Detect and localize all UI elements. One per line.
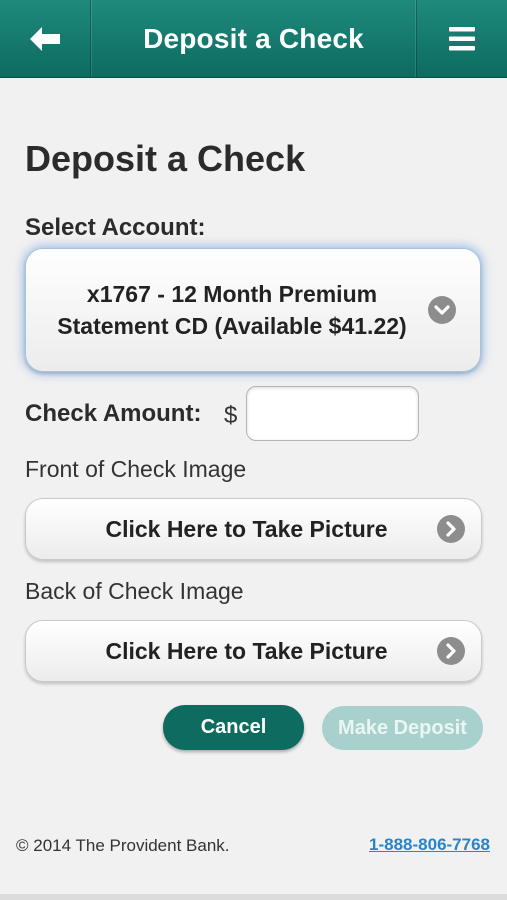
chevron-right-icon <box>437 515 465 543</box>
front-take-picture-button[interactable]: Click Here to Take Picture <box>25 498 482 560</box>
make-deposit-button[interactable]: Make Deposit <box>322 706 483 750</box>
header-title: Deposit a Check <box>143 22 364 54</box>
bottom-divider <box>0 894 507 900</box>
menu-button[interactable] <box>416 0 507 77</box>
front-of-check-label: Front of Check Image <box>25 456 247 482</box>
back-of-check-label: Back of Check Image <box>25 578 244 604</box>
check-amount-label: Check Amount: <box>25 400 202 427</box>
select-account-label: Select Account: <box>25 214 206 241</box>
header-bar: Deposit a Check <box>0 0 507 78</box>
back-take-picture-label: Click Here to Take Picture <box>105 637 388 664</box>
front-take-picture-label: Click Here to Take Picture <box>105 515 388 542</box>
hamburger-menu-icon <box>449 26 475 50</box>
copyright-text: © 2014 The Provident Bank. <box>16 836 230 855</box>
cancel-button[interactable]: Cancel <box>163 705 304 750</box>
arrow-left-icon <box>30 26 60 51</box>
account-select[interactable]: x1767 - 12 Month Premium Statement CD (A… <box>25 248 481 372</box>
back-button[interactable] <box>0 0 91 77</box>
currency-symbol: $ <box>224 402 238 429</box>
back-take-picture-button[interactable]: Click Here to Take Picture <box>25 620 482 682</box>
selected-account-value: x1767 - 12 Month Premium Statement CD (A… <box>57 281 407 339</box>
page: Deposit a Check Deposit a Check Select A… <box>0 0 507 900</box>
page-title: Deposit a Check <box>25 138 306 179</box>
phone-link[interactable]: 1-888-806-7768 <box>369 835 490 855</box>
chevron-down-icon <box>428 296 456 324</box>
check-amount-input[interactable] <box>246 386 419 441</box>
chevron-right-icon <box>437 637 465 665</box>
